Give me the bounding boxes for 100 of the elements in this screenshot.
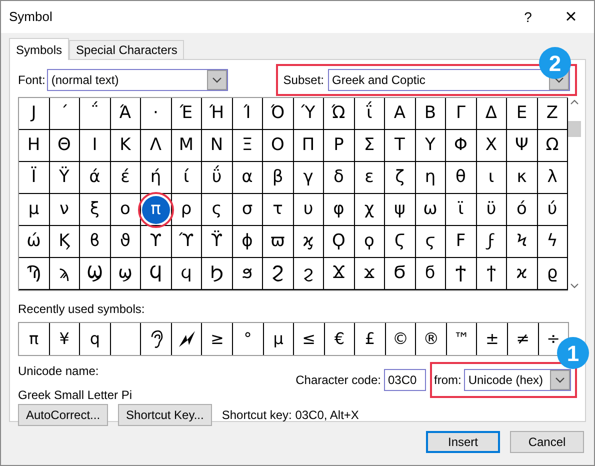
symbol-cell[interactable]: ο xyxy=(111,196,140,224)
symbol-cell[interactable]: ΰ xyxy=(202,164,231,192)
symbol-cell[interactable]: Θ xyxy=(50,132,78,160)
recent-symbol[interactable]: π xyxy=(28,327,39,351)
symbol-cell[interactable]: Β xyxy=(416,100,444,128)
symbol-cell[interactable]: Α xyxy=(386,100,414,128)
recent-symbol[interactable]: ± xyxy=(486,327,499,351)
symbol-cell[interactable]: Έ xyxy=(172,100,200,128)
symbol-cell[interactable]: ϟ xyxy=(538,228,566,256)
symbol-cell[interactable]: ξ xyxy=(80,196,109,224)
symbol-cell[interactable]: ί xyxy=(172,164,200,192)
symbol-cell[interactable]: ϔ xyxy=(202,228,231,256)
symbol-cell[interactable]: ϩ xyxy=(294,260,322,288)
dropdown-button[interactable] xyxy=(207,70,228,90)
dropdown-button[interactable] xyxy=(550,370,570,390)
symbol-cell[interactable]: ή xyxy=(142,164,170,192)
symbol-cell[interactable]: ϙ xyxy=(355,228,384,256)
symbol-cell[interactable]: Π xyxy=(294,132,322,160)
symbol-cell[interactable]: Μ xyxy=(172,132,200,160)
recent-symbol[interactable]: ≤ xyxy=(302,327,316,351)
symbol-cell[interactable]: Ϥ xyxy=(142,260,170,288)
symbol-cell[interactable]: Ω xyxy=(538,132,566,160)
symbol-cell[interactable]: γ xyxy=(294,164,322,192)
symbol-cell[interactable]: Υ xyxy=(416,132,444,160)
recent-symbol[interactable]: € xyxy=(334,327,344,351)
recent-symbol[interactable]: ™ xyxy=(454,327,470,351)
dialog-button[interactable]: AutoCorrect... xyxy=(18,404,108,426)
symbol-cell[interactable]: Ϊ xyxy=(20,164,48,192)
symbol-cell[interactable]: ν xyxy=(50,196,78,224)
symbol-cell[interactable]: ϕ xyxy=(233,228,262,256)
symbol-cell[interactable]: Ϧ xyxy=(202,260,231,288)
symbol-cell[interactable]: Ο xyxy=(264,132,292,160)
close-button[interactable]: × xyxy=(548,2,594,32)
symbol-cell[interactable]: Ξ xyxy=(233,132,262,160)
recent-symbol[interactable]: ° xyxy=(244,327,252,351)
recent-symbol[interactable]: ≠ xyxy=(516,327,530,351)
symbol-cell[interactable]: Δ xyxy=(477,100,506,128)
symbol-cell[interactable]: σ xyxy=(233,196,262,224)
symbol-cell[interactable]: Ϯ xyxy=(446,260,475,288)
tab[interactable]: Symbols xyxy=(9,38,70,60)
symbol-cell[interactable]: ϗ xyxy=(294,228,322,256)
symbol-cell[interactable]: ϧ xyxy=(233,260,262,288)
recent-symbol[interactable]: ® xyxy=(423,327,440,351)
symbol-cell[interactable]: ϱ xyxy=(538,260,566,288)
dialog-button[interactable]: Insert xyxy=(426,431,500,453)
symbol-cell[interactable]: Ϡ xyxy=(20,260,48,288)
symbol-cell[interactable]: ι xyxy=(477,164,506,192)
symbol-cell[interactable]: ϋ xyxy=(477,196,506,224)
symbol-cell[interactable]: ύ xyxy=(538,196,566,224)
symbol-cell[interactable]: ΐ xyxy=(355,100,384,128)
ear-icon[interactable] xyxy=(149,329,164,349)
symbol-cell[interactable]: Λ xyxy=(142,132,170,160)
symbol-cell[interactable]: Ϗ xyxy=(50,228,78,256)
symbol-cell[interactable]: Σ xyxy=(355,132,384,160)
lightning-icon[interactable] xyxy=(178,330,196,348)
symbol-cell[interactable]: θ xyxy=(446,164,475,192)
symbol-cell[interactable]: ς xyxy=(202,196,231,224)
symbol-cell[interactable]: Ά xyxy=(111,100,140,128)
symbol-cell[interactable]: Ϋ xyxy=(50,164,78,192)
recent-symbol[interactable]: £ xyxy=(364,327,376,351)
symbol-cell[interactable]: ϫ xyxy=(355,260,384,288)
symbol-cell[interactable]: ϒ xyxy=(142,228,170,256)
symbol-cell[interactable]: Ϩ xyxy=(264,260,292,288)
symbol-cell[interactable]: Τ xyxy=(386,132,414,160)
symbol-cell[interactable]: Γ xyxy=(446,100,475,128)
symbol-cell[interactable]: ΅ xyxy=(80,100,109,128)
symbol-cell[interactable]: π xyxy=(142,196,170,224)
symbol-cell[interactable]: Η xyxy=(20,132,48,160)
symbol-cell[interactable]: Ϫ xyxy=(324,260,353,288)
symbol-cell[interactable]: φ xyxy=(324,196,353,224)
symbol-cell[interactable]: Ϝ xyxy=(446,228,475,256)
symbol-cell[interactable]: ϓ xyxy=(172,228,200,256)
symbol-cell[interactable]: Ε xyxy=(508,100,536,128)
symbol-cell[interactable]: Ϭ xyxy=(386,260,414,288)
symbol-cell[interactable]: · xyxy=(142,100,170,128)
symbol-cell[interactable]: ϡ xyxy=(50,260,78,288)
symbol-cell[interactable]: Κ xyxy=(111,132,140,160)
symbol-cell[interactable]: χ xyxy=(355,196,384,224)
symbol-cell[interactable]: Ν xyxy=(202,132,231,160)
help-button[interactable]: ? xyxy=(508,6,548,28)
symbol-cell[interactable]: τ xyxy=(264,196,292,224)
dialog-button[interactable]: Cancel xyxy=(510,431,584,453)
symbol-cell[interactable]: ψ xyxy=(386,196,414,224)
symbol-cell[interactable]: υ xyxy=(294,196,322,224)
symbol-cell[interactable]: ω xyxy=(416,196,444,224)
scroll-up-icon[interactable] xyxy=(570,99,579,105)
symbol-cell[interactable]: Φ xyxy=(446,132,475,160)
symbol-cell[interactable]: Χ xyxy=(477,132,506,160)
symbol-cell[interactable]: Ή xyxy=(202,100,231,128)
symbol-cell[interactable]: δ xyxy=(324,164,353,192)
recent-symbol[interactable]: ¥ xyxy=(59,327,70,351)
symbol-cell[interactable]: ϝ xyxy=(477,228,506,256)
symbol-cell[interactable]: λ xyxy=(538,164,566,192)
recent-symbol[interactable]: © xyxy=(392,327,409,351)
symbol-cell[interactable]: Ϳ xyxy=(20,100,48,128)
symbol-cell[interactable]: Ϣ xyxy=(80,260,109,288)
symbol-cell[interactable]: ϊ xyxy=(446,196,475,224)
symbol-cell[interactable]: Ό xyxy=(264,100,292,128)
tab[interactable]: Special Characters xyxy=(69,40,184,59)
from-dropdown[interactable]: Unicode (hex) xyxy=(464,369,572,391)
